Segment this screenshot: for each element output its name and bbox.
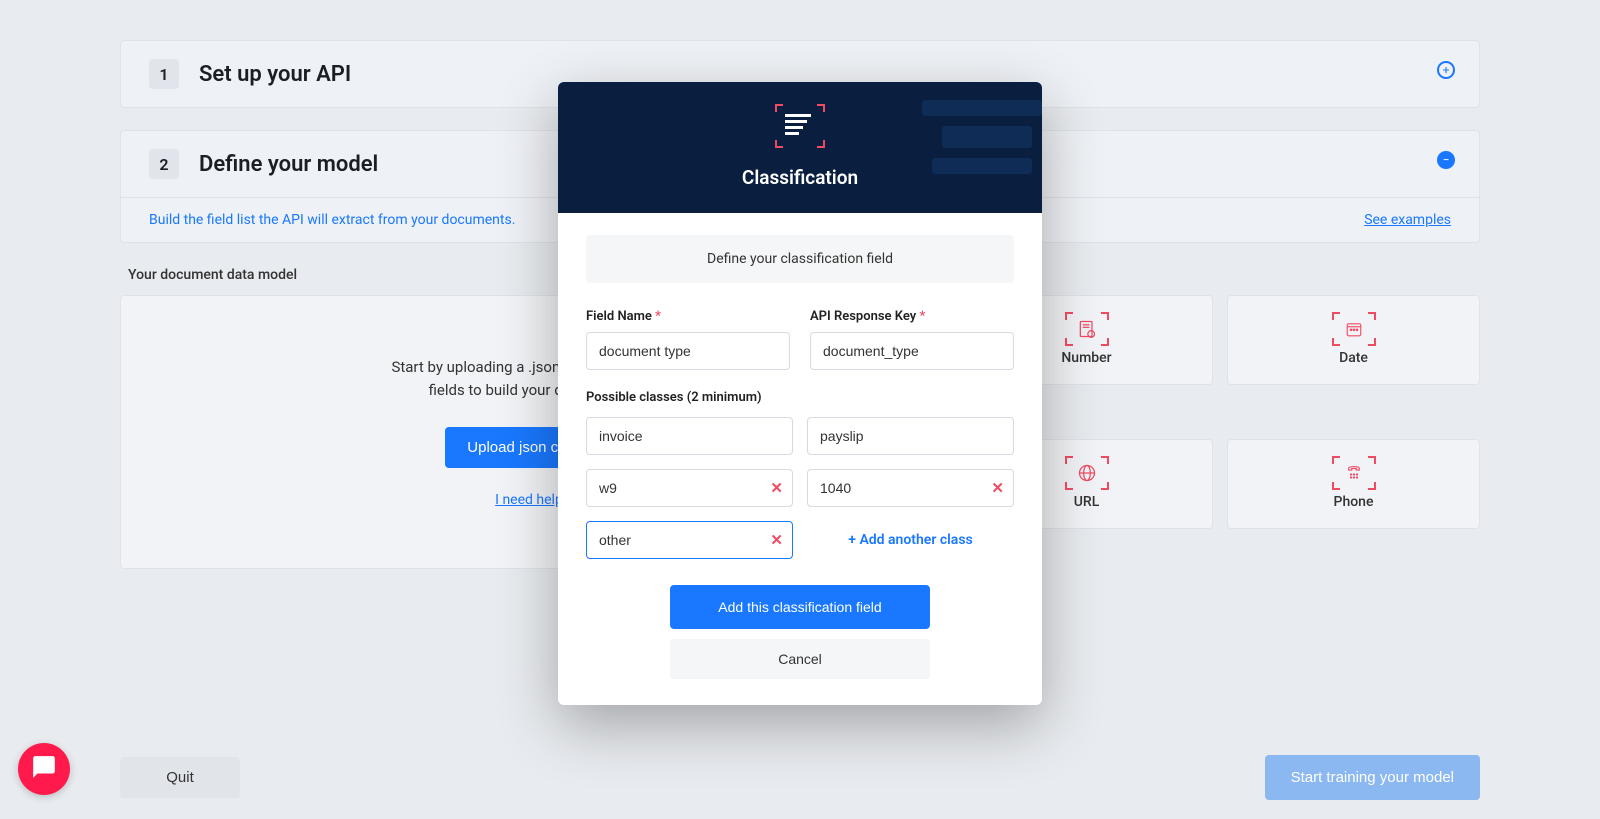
modal-body: Define your classification field Field N… [558, 213, 1042, 705]
class-input-wrap-2: ✕ [586, 469, 793, 507]
add-another-class[interactable]: + Add another class [807, 521, 1014, 559]
field-name-label: Field Name * [586, 309, 790, 324]
class-input-2[interactable] [586, 469, 793, 507]
help-link[interactable]: I need help [495, 492, 563, 508]
remove-class-3[interactable]: ✕ [991, 479, 1004, 497]
number-icon [1067, 314, 1107, 344]
classification-icon [775, 104, 825, 148]
url-icon [1067, 458, 1107, 488]
field-row-main: Field Name * API Response Key * [586, 309, 1014, 370]
api-key-input[interactable] [810, 332, 1014, 370]
add-classification-button[interactable]: Add this classification field [670, 585, 930, 629]
quit-button[interactable]: Quit [120, 757, 240, 798]
modal-actions: Add this classification field Cancel [586, 585, 1014, 679]
api-key-label: API Response Key * [810, 309, 1014, 324]
chat-icon [31, 754, 57, 784]
class-input-wrap-1 [807, 417, 1014, 455]
step-2-info-text: Build the field list the API will extrac… [149, 212, 515, 228]
class-input-4[interactable] [586, 521, 793, 559]
field-name-input[interactable] [586, 332, 790, 370]
remove-class-4[interactable]: ✕ [770, 531, 783, 549]
tile-url-label: URL [1074, 494, 1100, 510]
tile-date[interactable]: Date [1227, 295, 1480, 385]
expand-icon[interactable]: + [1437, 61, 1455, 79]
classification-modal: Classification Define your classificatio… [558, 82, 1042, 705]
date-icon [1334, 314, 1374, 344]
tile-phone-label: Phone [1334, 494, 1374, 510]
step-1-number: 1 [149, 59, 179, 89]
class-input-wrap-0 [586, 417, 793, 455]
collapse-icon[interactable]: − [1437, 151, 1455, 169]
header-decoration [912, 100, 1042, 184]
class-input-3[interactable] [807, 469, 1014, 507]
chat-launcher[interactable] [18, 743, 70, 795]
phone-icon [1334, 458, 1374, 488]
class-input-wrap-4: ✕ [586, 521, 793, 559]
tile-phone[interactable]: Phone [1227, 439, 1480, 529]
remove-class-2[interactable]: ✕ [770, 479, 783, 497]
class-grid: ✕ ✕ ✕ + Add another class [586, 417, 1014, 559]
tile-number-label: Number [1061, 350, 1111, 366]
modal-header: Classification [558, 82, 1042, 213]
step-1-title: Set up your API [199, 62, 351, 87]
step-2-number: 2 [149, 149, 179, 179]
step-2-title: Define your model [199, 152, 378, 177]
classes-label: Possible classes (2 minimum) [586, 390, 1014, 405]
class-input-wrap-3: ✕ [807, 469, 1014, 507]
class-input-1[interactable] [807, 417, 1014, 455]
modal-banner: Define your classification field [586, 235, 1014, 283]
see-examples-link[interactable]: See examples [1364, 212, 1451, 228]
tile-date-label: Date [1339, 350, 1368, 366]
class-input-0[interactable] [586, 417, 793, 455]
start-training-button[interactable]: Start training your model [1265, 755, 1480, 800]
footer: Quit Start training your model [0, 735, 1600, 819]
cancel-button[interactable]: Cancel [670, 639, 930, 679]
